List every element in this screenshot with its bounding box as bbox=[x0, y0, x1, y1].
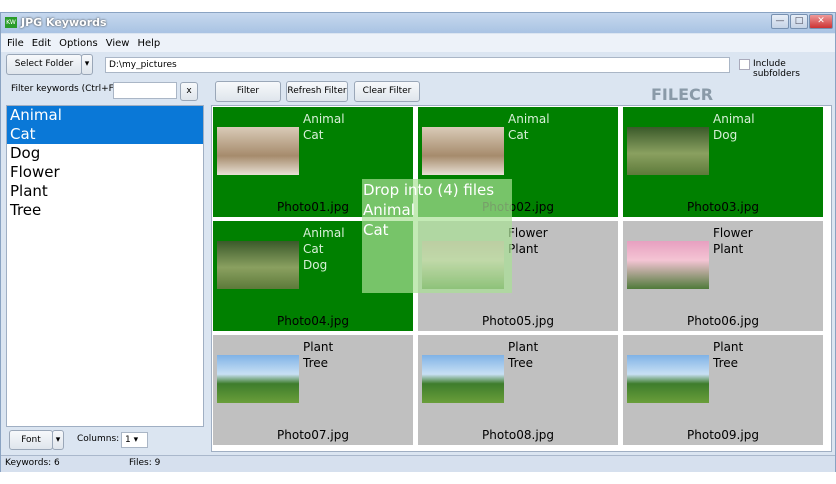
photo-keyword: Flower bbox=[508, 226, 548, 240]
columns-label: Columns: bbox=[77, 434, 120, 444]
keyword-item[interactable]: Cat bbox=[7, 125, 203, 144]
photo-keyword: Tree bbox=[508, 356, 534, 370]
drop-text: Drop into (4) files bbox=[363, 181, 495, 199]
photo-keyword: Cat bbox=[508, 128, 529, 142]
font-dropdown[interactable]: ▾ bbox=[52, 430, 64, 450]
photo-keyword: Animal bbox=[508, 112, 550, 126]
drop-keyword: Cat bbox=[363, 221, 389, 239]
photo-thumbnail bbox=[217, 355, 299, 403]
photo-thumbnail bbox=[627, 241, 709, 289]
photo-keyword: Plant bbox=[713, 340, 744, 354]
photo-filename: Photo05.jpg bbox=[482, 314, 554, 328]
photo-keyword: Plant bbox=[508, 340, 539, 354]
minimize-button[interactable]: — bbox=[771, 14, 789, 29]
photo-filename: Photo03.jpg bbox=[687, 200, 759, 214]
include-subfolders-label: Include subfolders bbox=[753, 59, 800, 79]
photo-filename: Photo08.jpg bbox=[482, 428, 554, 442]
menu-help[interactable]: Help bbox=[137, 38, 160, 49]
filter-keywords-label: Filter keywords (Ctrl+F) bbox=[11, 84, 118, 94]
menu-options[interactable]: Options bbox=[59, 38, 98, 49]
photo-cell[interactable]: Plant Tree Photo07.jpg bbox=[213, 335, 413, 445]
title-bar: KW JPG Keywords — □ ✕ bbox=[1, 13, 835, 33]
clear-filter-input-button[interactable]: x bbox=[180, 82, 198, 101]
photo-keyword: Dog bbox=[303, 258, 328, 272]
photo-keywords: Flower Plant bbox=[508, 225, 548, 257]
keyword-item[interactable]: Animal bbox=[7, 106, 203, 125]
select-folder-button[interactable]: Select Folder bbox=[6, 54, 82, 75]
menu-edit[interactable]: Edit bbox=[32, 38, 51, 49]
photo-cell[interactable]: Animal Dog Photo03.jpg bbox=[623, 107, 823, 217]
photo-keywords: Flower Plant bbox=[713, 225, 753, 257]
photo-keywords: Animal Cat bbox=[508, 111, 550, 143]
photo-thumbnail bbox=[422, 127, 504, 175]
photo-keyword: Plant bbox=[713, 242, 744, 256]
font-button[interactable]: Font bbox=[9, 430, 53, 450]
photo-thumbnail bbox=[217, 127, 299, 175]
status-bar: Keywords: 6 Files: 9 bbox=[1, 455, 835, 472]
photo-filename: Photo09.jpg bbox=[687, 428, 759, 442]
filter-button[interactable]: Filter bbox=[215, 81, 281, 102]
photo-keywords: Animal Cat Dog bbox=[303, 225, 345, 273]
include-subfolders-checkbox[interactable] bbox=[739, 59, 750, 70]
photo-keyword: Tree bbox=[713, 356, 739, 370]
photo-keyword: Cat bbox=[303, 128, 324, 142]
photo-grid[interactable]: Animal Cat Photo01.jpg Animal Cat Photo02.jpg… bbox=[211, 105, 832, 452]
photo-cell[interactable]: Plant Tree Photo09.jpg bbox=[623, 335, 823, 445]
status-files: Files: 9 bbox=[129, 458, 161, 468]
photo-keyword: Animal bbox=[713, 112, 755, 126]
photo-keywords: Plant Tree bbox=[508, 339, 538, 371]
photo-keywords: Plant Tree bbox=[713, 339, 743, 371]
photo-keyword: Dog bbox=[713, 128, 738, 142]
photo-thumbnail bbox=[627, 127, 709, 175]
folder-path-input[interactable]: D:\my_pictures bbox=[105, 57, 730, 73]
photo-keyword: Plant bbox=[508, 242, 539, 256]
drop-keyword: Animal bbox=[363, 201, 415, 219]
photo-keywords: Animal Cat bbox=[303, 111, 345, 143]
photo-keyword: Animal bbox=[303, 226, 345, 240]
photo-keyword: Cat bbox=[303, 242, 324, 256]
select-folder-dropdown[interactable]: ▾ bbox=[81, 54, 93, 75]
keyword-item[interactable]: Tree bbox=[7, 201, 203, 220]
photo-keyword: Animal bbox=[303, 112, 345, 126]
menu-bar: File Edit Options View Help bbox=[1, 34, 835, 52]
close-button[interactable]: ✕ bbox=[809, 14, 833, 29]
menu-file[interactable]: File bbox=[7, 38, 24, 49]
filter-keywords-input[interactable] bbox=[113, 82, 177, 99]
app-icon: KW bbox=[5, 17, 17, 28]
clear-filter-button[interactable]: Clear Filter bbox=[354, 81, 420, 102]
refresh-filter-button[interactable]: Refresh Filter bbox=[286, 81, 348, 102]
photo-filename: Photo04.jpg bbox=[277, 314, 349, 328]
maximize-button[interactable]: □ bbox=[790, 14, 808, 29]
watermark: FILECR bbox=[651, 85, 714, 104]
photo-thumbnail bbox=[422, 355, 504, 403]
photo-cell[interactable]: Plant Tree Photo08.jpg bbox=[418, 335, 618, 445]
photo-keyword: Plant bbox=[303, 340, 334, 354]
keyword-list[interactable]: Animal Cat Dog Flower Plant Tree bbox=[6, 105, 204, 427]
photo-keywords: Plant Tree bbox=[303, 339, 333, 371]
keyword-item[interactable]: Flower bbox=[7, 163, 203, 182]
photo-filename: Photo06.jpg bbox=[687, 314, 759, 328]
photo-keywords: Animal Dog bbox=[713, 111, 755, 143]
photo-keyword: Tree bbox=[303, 356, 329, 370]
keyword-item[interactable]: Plant bbox=[7, 182, 203, 201]
photo-thumbnail bbox=[627, 355, 709, 403]
columns-value: 1 bbox=[125, 435, 131, 445]
photo-thumbnail bbox=[217, 241, 299, 289]
photo-filename: Photo07.jpg bbox=[277, 428, 349, 442]
photo-cell[interactable]: Flower Plant Photo06.jpg bbox=[623, 221, 823, 331]
columns-select[interactable]: 1 ▾ bbox=[121, 432, 148, 448]
drag-drop-overlay: Drop into (4) files Animal Cat bbox=[362, 179, 512, 293]
photo-keyword: Flower bbox=[713, 226, 753, 240]
menu-view[interactable]: View bbox=[106, 38, 130, 49]
keyword-item[interactable]: Dog bbox=[7, 144, 203, 163]
window-title: JPG Keywords bbox=[21, 16, 107, 29]
status-keywords: Keywords: 6 bbox=[5, 458, 60, 468]
